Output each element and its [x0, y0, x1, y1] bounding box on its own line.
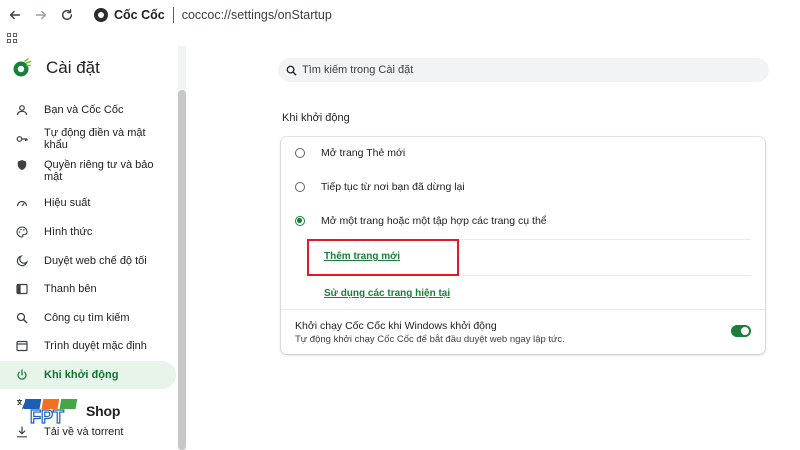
speedometer-icon [16, 197, 28, 209]
back-icon [9, 10, 21, 20]
settings-sidebar: Cài đặt Bạn và Cốc Cốc Tự động điền và m… [0, 46, 188, 450]
sidebar-item-on-startup[interactable]: Khi khởi động [0, 360, 176, 390]
moon-icon [16, 254, 28, 267]
reload-button[interactable] [54, 2, 80, 28]
sidebar-item-label: Thanh bên [44, 283, 97, 296]
search-input[interactable] [302, 64, 702, 76]
sidebar-item-label: Quyền riêng tư và bảo mật [44, 159, 154, 184]
section-title: Khi khởi động [282, 112, 350, 124]
sidebar-item-label: Công cụ tìm kiếm [44, 311, 130, 324]
option-label: Mở trang Thẻ mới [321, 147, 406, 159]
brand-name: Cốc Cốc [114, 8, 165, 22]
sidebar-item-default-browser[interactable]: Trình duyệt mặc định [0, 332, 176, 361]
sidebar-item-performance[interactable]: Hiệu suất [0, 189, 176, 218]
sidebar-item-label: Hiệu suất [44, 197, 91, 210]
radio-button[interactable] [295, 148, 305, 158]
key-icon [16, 133, 28, 145]
sidebar-scrollbar[interactable] [178, 46, 186, 450]
search-icon [16, 312, 28, 324]
option-continue[interactable]: Tiếp tục từ nơi bạn đã dừng lại [295, 181, 465, 193]
sidebar-panel-icon [16, 283, 28, 295]
sidebar-item-label: Tự động điền và mật khẩu [44, 126, 146, 151]
sidebar-item-label: Tải về và torrent [44, 426, 124, 439]
browser-toolbar: Cốc Cốc coccoc://settings/onStartup [0, 0, 800, 30]
power-icon [16, 369, 28, 381]
apps-icon[interactable] [7, 33, 17, 43]
shield-icon [16, 159, 28, 171]
sidebar-item-you-and-coccoc[interactable]: Bạn và Cốc Cốc [0, 96, 176, 125]
palette-icon [16, 226, 28, 238]
sidebar-item-autofill[interactable]: Tự động điền và mật khẩu [0, 125, 176, 154]
url-text[interactable]: coccoc://settings/onStartup [182, 8, 332, 22]
reload-icon [61, 9, 73, 21]
address-bar[interactable]: Cốc Cốc coccoc://settings/onStartup [94, 3, 332, 27]
sidebar-item-dark-mode[interactable]: Duyệt web chế độ tối [0, 246, 176, 275]
coccoc-green-logo [13, 58, 32, 77]
scrollbar-thumb[interactable] [178, 90, 186, 450]
sidebar-item-privacy[interactable]: Quyền riêng tư và bảo mật [0, 153, 176, 189]
fpt-logo: FPT [23, 399, 78, 427]
svg-text:FPT: FPT [30, 407, 64, 427]
sidebar-item-search-engine[interactable]: Công cụ tìm kiếm [0, 304, 176, 333]
launch-on-startup-title: Khởi chạy Cốc Cốc khi Windows khởi động [295, 320, 497, 332]
radio-button-checked[interactable] [295, 216, 305, 226]
divider [281, 309, 765, 310]
shop-text: Shop [86, 403, 121, 419]
sidebar-item-label: Trình duyệt mặc định [44, 340, 147, 353]
settings-header: Cài đặt [12, 58, 100, 78]
page-title: Cài đặt [46, 58, 100, 77]
option-label: Tiếp tục từ nơi bạn đã dừng lại [321, 181, 465, 193]
search-icon [286, 65, 297, 76]
forward-button[interactable] [28, 2, 54, 28]
option-new-tab[interactable]: Mở trang Thẻ mới [295, 147, 405, 159]
omnibox-separator [172, 7, 174, 23]
settings-nav: Bạn và Cốc Cốc Tự động điền và mật khẩu … [0, 96, 176, 447]
launch-on-startup-desc: Tự động khởi chạy Cốc Cốc để bắt đầu duy… [295, 334, 565, 345]
option-label: Mở một trang hoặc một tập hợp các trang … [321, 215, 547, 227]
browser-window-icon [16, 340, 28, 352]
sidebar-item-label: Hình thức [44, 226, 93, 239]
sidebar-item-label: Khi khởi động [44, 369, 119, 382]
forward-icon [35, 10, 47, 20]
sidebar-item-label: Duyệt web chế độ tối [44, 254, 147, 267]
annotation-highlight-box [307, 239, 459, 276]
fpt-shop-watermark: FPT Shop [22, 395, 120, 427]
settings-search[interactable] [278, 58, 769, 82]
radio-button[interactable] [295, 182, 305, 192]
back-button[interactable] [2, 2, 28, 28]
person-icon [16, 104, 28, 116]
sidebar-item-appearance[interactable]: Hình thức [0, 218, 176, 247]
use-current-pages-link[interactable]: Sử dụng các trang hiện tại [324, 288, 450, 299]
launch-on-startup-toggle[interactable] [731, 325, 751, 337]
bookmarks-bar [0, 30, 800, 46]
download-icon [16, 426, 28, 438]
option-specific-pages[interactable]: Mở một trang hoặc một tập hợp các trang … [295, 215, 547, 227]
sidebar-item-sidebar-panel[interactable]: Thanh bên [0, 275, 176, 304]
sidebar-item-label: Bạn và Cốc Cốc [44, 104, 124, 117]
coccoc-logo [94, 8, 108, 22]
